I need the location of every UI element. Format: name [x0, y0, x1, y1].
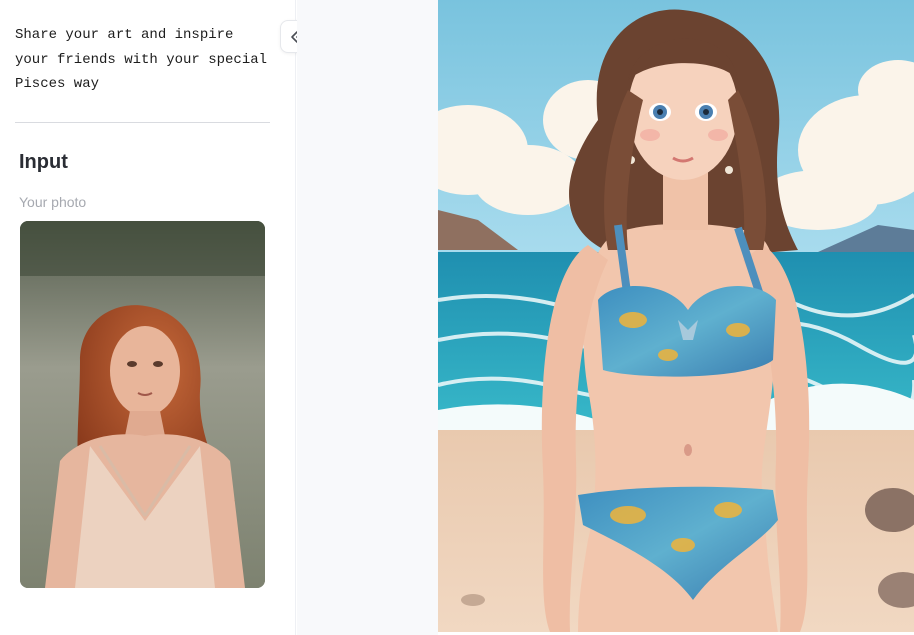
input-photo-image [20, 221, 265, 588]
input-section-title: Input [19, 151, 68, 173]
divider [15, 122, 270, 123]
canvas-background [297, 0, 438, 635]
input-photo[interactable] [20, 221, 265, 588]
sidebar: Share your art and inspire your friends … [0, 0, 296, 635]
generated-image[interactable] [438, 0, 914, 632]
photo-label: Your photo [19, 194, 87, 210]
generated-image-art [438, 0, 914, 632]
share-description: Share your art and inspire your friends … [15, 27, 268, 92]
